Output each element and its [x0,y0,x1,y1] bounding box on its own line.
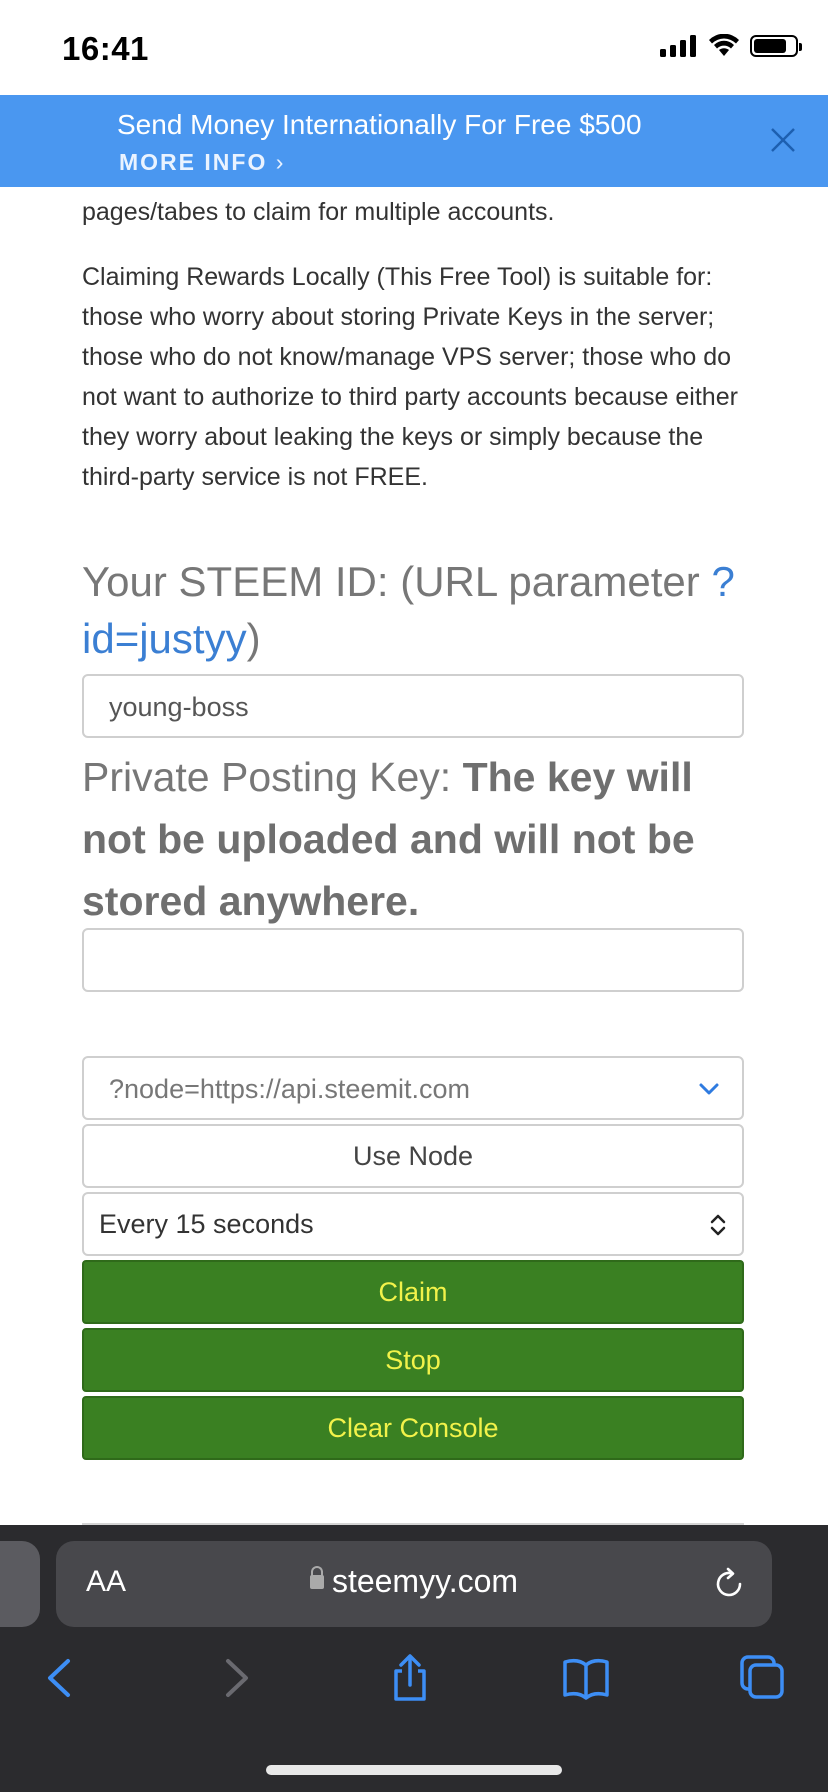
share-icon[interactable] [386,1653,434,1703]
status-icons [660,34,802,58]
browser-chrome: AA steemyy.com [0,1525,828,1792]
steem-id-input[interactable]: young-boss [82,674,744,738]
chevron-down-icon [699,1083,719,1095]
bookmarks-icon[interactable] [562,1653,610,1703]
wifi-icon [709,34,739,56]
description-paragraph: Claiming Rewards Locally (This Free Tool… [82,263,738,491]
interval-value: Every 15 seconds [99,1209,314,1239]
more-info-label: MORE INFO [119,149,268,175]
status-bar: 16:41 [0,0,828,95]
more-info-link[interactable]: MORE INFO › [119,149,285,176]
cellular-signal-icon [660,35,696,57]
stop-button[interactable]: Stop [82,1328,744,1392]
url-text: steemyy.com [331,1563,519,1599]
address-bar[interactable]: AA steemyy.com [56,1541,772,1627]
reload-icon[interactable] [710,1565,748,1603]
chevron-right-icon: › [275,149,286,175]
clear-console-button[interactable]: Clear Console [82,1396,744,1460]
private-key-label-text: Private Posting Key: [82,754,463,800]
url-display[interactable]: steemyy.com [56,1563,772,1600]
forward-icon[interactable] [212,1653,260,1703]
steem-id-value: young-boss [109,692,249,722]
up-down-chevron-icon [710,1214,726,1236]
banner-title[interactable]: Send Money Internationally For Free $500 [117,109,642,141]
lock-icon [309,1565,324,1589]
private-key-input[interactable] [82,928,744,992]
promo-banner[interactable]: Send Money Internationally For Free $500… [0,95,828,187]
use-node-button[interactable]: Use Node [82,1124,744,1188]
steem-id-label: Your STEEM ID: (URL parameter ?id=justyy… [82,553,746,667]
node-select[interactable]: ?node=https://api.steemit.com [82,1056,744,1120]
private-key-label: Private Posting Key: The key will not be… [82,746,746,932]
node-select-value: ?node=https://api.steemit.com [109,1074,470,1104]
browser-toolbar [0,1653,828,1733]
home-indicator[interactable] [266,1765,562,1775]
back-icon[interactable] [36,1653,84,1703]
close-icon[interactable] [766,123,800,157]
interval-select[interactable]: Every 15 seconds [82,1192,744,1256]
battery-icon [750,35,802,57]
intro-paragraph-tail: pages/tabes to claim for multiple accoun… [82,198,555,226]
tabs-icon[interactable] [738,1653,786,1703]
status-time: 16:41 [62,30,149,67]
claim-button[interactable]: Claim [82,1260,744,1324]
steem-id-label-close: ) [246,615,261,662]
previous-tab-peek[interactable] [0,1541,40,1627]
steem-id-label-text: Your STEEM ID: (URL parameter [82,558,712,605]
